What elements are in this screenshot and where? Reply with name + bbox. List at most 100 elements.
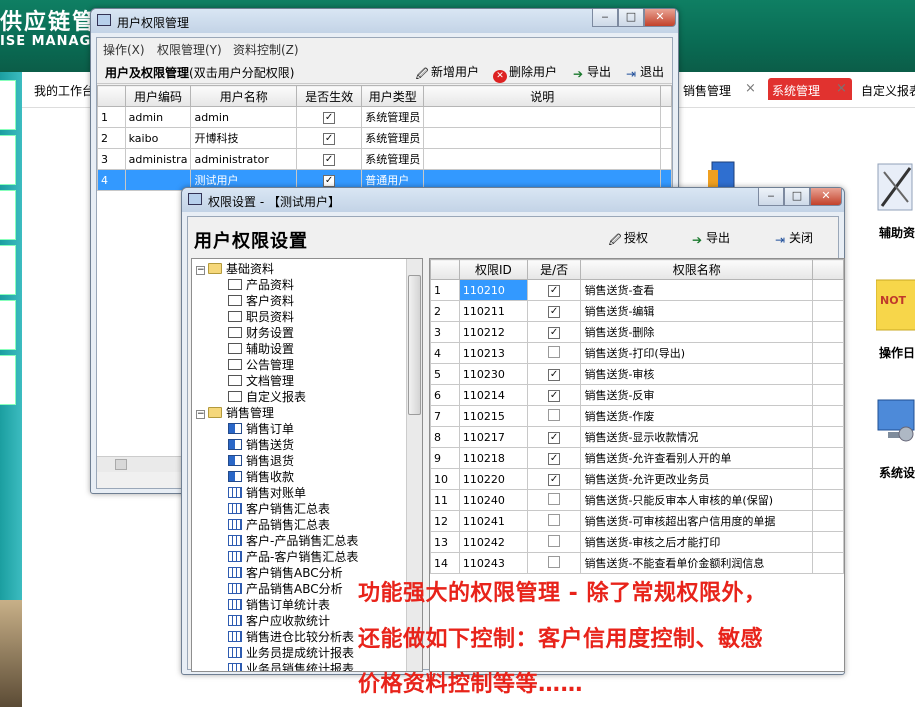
tree-leaf-node[interactable]: 销售进仓比较分析表: [228, 629, 354, 645]
table-row[interactable]: 9 110218 ✓ 销售送货-允许查看别人开的单: [430, 447, 844, 469]
permission-id-cell[interactable]: 110230: [458, 363, 528, 385]
active-checkbox[interactable]: ✓: [323, 133, 336, 145]
maximize-button[interactable]: □: [618, 9, 644, 27]
close-window-button[interactable]: ⇥ 关闭: [773, 229, 813, 247]
table-row[interactable]: 6 110214 ✓ 销售送货-反审: [430, 384, 844, 406]
note-cell[interactable]: [423, 127, 662, 149]
sidebar-button-6[interactable]: [0, 355, 16, 405]
tab-system-management[interactable]: 系统管理: [772, 82, 820, 99]
note-cell[interactable]: [423, 148, 662, 170]
permission-checkbox[interactable]: [548, 408, 561, 421]
enabled-cell[interactable]: [526, 342, 582, 364]
permission-checkbox[interactable]: ✓: [548, 369, 561, 381]
user-code-cell[interactable]: [124, 169, 192, 191]
enabled-cell[interactable]: ✓: [526, 279, 582, 301]
user-code-cell[interactable]: kaibo: [124, 127, 192, 149]
table-row[interactable]: 2 110211 ✓ 销售送货-编辑: [430, 300, 844, 322]
permission-checkbox[interactable]: ✓: [548, 453, 561, 465]
permission-name-cell[interactable]: 销售送货-查看: [580, 279, 814, 301]
enabled-cell[interactable]: ✓: [526, 468, 582, 490]
permission-checkbox[interactable]: ✓: [548, 390, 561, 402]
table-row[interactable]: 3 110212 ✓ 销售送货-删除: [430, 321, 844, 343]
column-header[interactable]: 是/否: [526, 259, 582, 280]
tree-leaf-node[interactable]: 产品销售ABC分析: [228, 581, 343, 597]
table-row[interactable]: 1 admin admin ✓ 系统管理员: [97, 106, 672, 128]
permission-name-cell[interactable]: 销售送货-允许更改业务员: [580, 468, 814, 490]
column-header[interactable]: 权限ID: [458, 259, 528, 280]
sidebar-button-4[interactable]: [0, 245, 16, 295]
permission-id-cell[interactable]: 110215: [458, 405, 528, 427]
tree-leaf-node[interactable]: 客户-产品销售汇总表: [228, 533, 358, 549]
tree-leaf-node[interactable]: 客户资料: [228, 293, 294, 309]
user-type-cell[interactable]: 系统管理员: [361, 127, 425, 149]
minimize-button[interactable]: ‒: [758, 188, 784, 206]
active-checkbox[interactable]: ✓: [323, 175, 336, 187]
tab-custom-report[interactable]: 自定义报表: [861, 82, 915, 99]
enabled-cell[interactable]: ✓: [526, 321, 582, 343]
permission-checkbox[interactable]: [548, 534, 561, 547]
window-titlebar[interactable]: 权限设置 - 【测试用户】 ‒ □ ✕: [182, 188, 844, 212]
assist-tools-icon[interactable]: [876, 158, 913, 211]
table-row[interactable]: 3 administra administrator ✓ 系统管理员: [97, 148, 672, 170]
enabled-cell[interactable]: [526, 531, 582, 553]
column-header[interactable]: 用户编码: [124, 85, 192, 107]
tab-sales-management[interactable]: 销售管理: [683, 82, 731, 99]
permission-id-cell[interactable]: 110241: [458, 510, 528, 532]
active-cell[interactable]: ✓: [295, 106, 363, 128]
minimize-button[interactable]: ‒: [592, 9, 618, 27]
note-cell[interactable]: [423, 106, 662, 128]
sidebar-button-5[interactable]: [0, 300, 16, 350]
note-icon[interactable]: NOT: [875, 278, 915, 331]
table-row[interactable]: 13 110242 销售送货-审核之后才能打印: [430, 531, 844, 553]
column-header[interactable]: 是否生效: [295, 85, 363, 107]
menu-operation[interactable]: 操作(X): [103, 41, 145, 58]
scroll-thumb[interactable]: [408, 275, 421, 415]
window-titlebar[interactable]: 用户权限管理 ‒ □ ✕: [91, 9, 678, 33]
enabled-cell[interactable]: [526, 510, 582, 532]
user-type-cell[interactable]: 系统管理员: [361, 106, 425, 128]
permission-id-cell[interactable]: 110211: [458, 300, 528, 322]
permission-checkbox[interactable]: ✓: [548, 432, 561, 444]
enabled-cell[interactable]: [526, 489, 582, 511]
tree-leaf-node[interactable]: 产品资料: [228, 277, 294, 293]
enabled-cell[interactable]: [526, 405, 582, 427]
tree-leaf-node[interactable]: 销售订单: [228, 421, 294, 437]
tree-leaf-node[interactable]: 产品销售汇总表: [228, 517, 330, 533]
table-row[interactable]: 10 110220 ✓ 销售送货-允许更改业务员: [430, 468, 844, 490]
permission-checkbox[interactable]: ✓: [548, 327, 561, 339]
permission-id-cell[interactable]: 110218: [458, 447, 528, 469]
active-checkbox[interactable]: ✓: [323, 154, 336, 166]
table-row[interactable]: 4 110213 销售送货-打印(导出): [430, 342, 844, 364]
permission-name-cell[interactable]: 销售送货-显示收款情况: [580, 426, 814, 448]
permission-checkbox[interactable]: [548, 513, 561, 526]
permission-checkbox[interactable]: ✓: [548, 306, 561, 318]
column-header[interactable]: 说明: [423, 85, 662, 107]
exit-button[interactable]: ⇥ 退出: [624, 63, 664, 81]
table-row[interactable]: 8 110217 ✓ 销售送货-显示收款情况: [430, 426, 844, 448]
tree-leaf-node[interactable]: 销售送货: [228, 437, 294, 453]
table-row[interactable]: 7 110215 销售送货-作废: [430, 405, 844, 427]
sidebar-button-1[interactable]: [0, 80, 16, 130]
export-button[interactable]: ➔ 导出: [690, 229, 730, 247]
table-row[interactable]: 12 110241 销售送货-可审核超出客户信用度的单据: [430, 510, 844, 532]
tree-folder-node[interactable]: − 基础资料: [196, 261, 274, 277]
close-button[interactable]: ✕: [644, 9, 676, 27]
vertical-scrollbar[interactable]: [406, 259, 422, 671]
table-row[interactable]: 1 110210 ✓ 销售送货-查看: [430, 279, 844, 301]
enabled-cell[interactable]: ✓: [526, 384, 582, 406]
collapse-icon[interactable]: −: [196, 410, 205, 419]
permission-name-cell[interactable]: 销售送货-只能反审本人审核的单(保留): [580, 489, 814, 511]
user-code-cell[interactable]: administra: [124, 148, 192, 170]
permission-name-cell[interactable]: 销售送货-不能查看单价金额利润信息: [580, 552, 814, 574]
column-header[interactable]: 用户名称: [190, 85, 297, 107]
maximize-button[interactable]: □: [784, 188, 810, 206]
user-code-cell[interactable]: admin: [124, 106, 192, 128]
active-cell[interactable]: ✓: [295, 127, 363, 149]
permission-id-cell[interactable]: 110217: [458, 426, 528, 448]
tree-leaf-node[interactable]: 业务员销售统计报表: [228, 661, 354, 671]
sidebar-button-2[interactable]: [0, 135, 16, 185]
tree-leaf-node[interactable]: 客户销售汇总表: [228, 501, 330, 517]
tree-leaf-node[interactable]: 自定义报表: [228, 389, 306, 405]
tree-leaf-node[interactable]: 业务员提成统计报表: [228, 645, 354, 661]
tab-close-icon[interactable]: ×: [836, 81, 847, 96]
